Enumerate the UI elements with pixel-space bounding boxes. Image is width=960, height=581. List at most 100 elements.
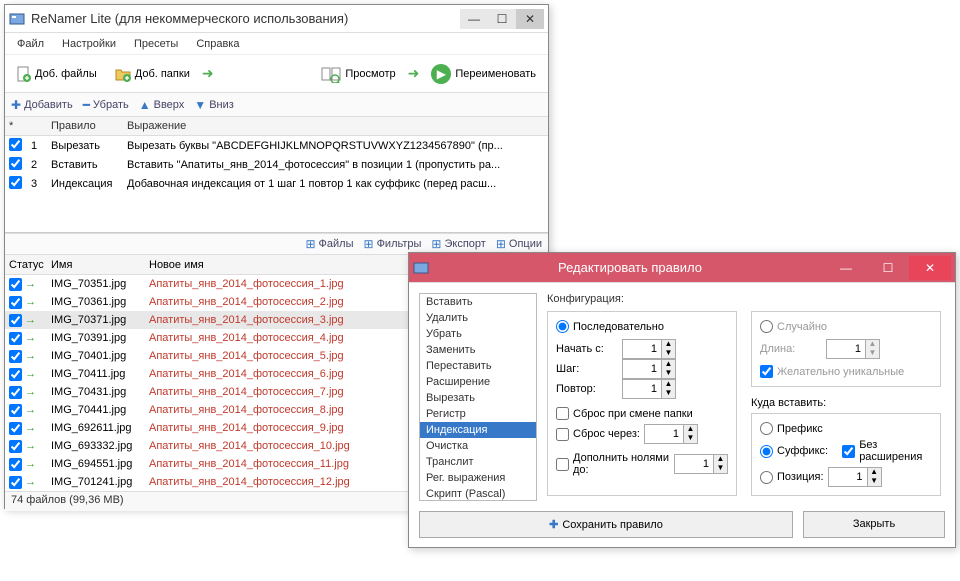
rule-type-item[interactable]: Расширение: [420, 374, 536, 390]
file-name: IMG_70431.jpg: [51, 386, 149, 398]
save-rule-label: Сохранить правило: [562, 519, 663, 531]
rule-type-item[interactable]: Рег. выражения: [420, 470, 536, 486]
arrow-icon: →: [25, 350, 36, 362]
rule-type-item[interactable]: Убрать: [420, 326, 536, 342]
file-check[interactable]: [9, 476, 22, 489]
app-icon: [9, 11, 25, 27]
file-name: IMG_692611.jpg: [51, 422, 149, 434]
unique-check[interactable]: Желательно уникальные: [760, 365, 932, 378]
suffix-radio[interactable]: Суффикс: Без расширения: [760, 439, 932, 463]
pad-check[interactable]: Дополнить нолями до:▲▼: [556, 452, 728, 476]
filters-tab-label: Фильтры: [377, 238, 422, 250]
preview-label: Просмотр: [345, 68, 395, 80]
file-check[interactable]: [9, 404, 22, 417]
repeat-spinner[interactable]: ▲▼: [622, 379, 676, 399]
where-label: Куда вставить:: [751, 397, 941, 409]
close-dialog-button[interactable]: Закрыть: [803, 511, 945, 538]
menu-settings[interactable]: Настройки: [54, 35, 124, 53]
file-name: IMG_70351.jpg: [51, 278, 149, 290]
rule-check[interactable]: [9, 157, 22, 170]
rule-type-item[interactable]: Индексация: [420, 422, 536, 438]
export-tab[interactable]: ⊞Экспорт: [431, 237, 485, 251]
file-name: IMG_70391.jpg: [51, 332, 149, 344]
add-folders-button[interactable]: Доб. папки: [109, 62, 196, 86]
add-rule-button[interactable]: ✚Добавить: [11, 98, 73, 112]
file-check[interactable]: [9, 278, 22, 291]
menu-presets[interactable]: Пресеты: [126, 35, 186, 53]
prefix-radio[interactable]: Префикс: [760, 422, 932, 435]
save-rule-button[interactable]: ✚Сохранить правило: [419, 511, 793, 538]
rule-expr: Вставить "Апатиты_янв_2014_фотосессия" в…: [127, 159, 544, 171]
config-label: Конфигурация:: [547, 293, 945, 305]
filters-tab[interactable]: ⊞Фильтры: [364, 237, 422, 251]
arrow-icon: →: [25, 476, 36, 488]
add-files-button[interactable]: Доб. файлы: [11, 62, 103, 86]
rule-type-item[interactable]: Удалить: [420, 310, 536, 326]
rule-num: 3: [31, 178, 51, 190]
menu-file[interactable]: Файл: [9, 35, 52, 53]
file-check[interactable]: [9, 458, 22, 471]
reset-every-spinner[interactable]: ▲▼: [644, 424, 698, 444]
random-label: Случайно: [777, 321, 827, 333]
rule-type-item[interactable]: Вырезать: [420, 390, 536, 406]
arrow-icon: ➜: [408, 65, 420, 82]
suffix-label: Суффикс:: [777, 445, 828, 457]
rule-type-item[interactable]: Очистка: [420, 438, 536, 454]
options-tab[interactable]: ⊞Опции: [496, 237, 542, 251]
move-up-button[interactable]: ▲Вверх: [139, 98, 185, 112]
up-icon: ▲: [139, 98, 151, 112]
menu-help[interactable]: Справка: [188, 35, 247, 53]
file-check[interactable]: [9, 368, 22, 381]
rule-type-item[interactable]: Переставить: [420, 358, 536, 374]
seq-radio[interactable]: Последовательно: [556, 320, 728, 333]
rule-type-item[interactable]: Скрипт (Pascal): [420, 486, 536, 501]
file-check[interactable]: [9, 440, 22, 453]
rule-num: 2: [31, 159, 51, 171]
rule-check[interactable]: [9, 176, 22, 189]
file-check[interactable]: [9, 350, 22, 363]
minimize-button[interactable]: —: [460, 9, 488, 29]
close-button[interactable]: ✕: [516, 9, 544, 29]
files-tab[interactable]: ⊞Файлы: [305, 237, 353, 251]
rule-type-list[interactable]: ВставитьУдалитьУбратьЗаменитьПереставить…: [419, 293, 537, 501]
position-label: Позиция:: [777, 471, 824, 483]
position-radio[interactable]: Позиция: ▲▼: [760, 467, 932, 487]
rule-row[interactable]: 1ВырезатьВырезать буквы "ABCDEFGHIJKLMNO…: [5, 136, 548, 155]
file-check[interactable]: [9, 386, 22, 399]
len-spinner[interactable]: ▲▼: [826, 339, 880, 359]
file-check[interactable]: [9, 314, 22, 327]
file-check[interactable]: [9, 296, 22, 309]
rename-button[interactable]: ▶ Переименовать: [425, 60, 542, 88]
export-icon: ⊞: [431, 237, 441, 251]
noext-check[interactable]: [842, 445, 855, 458]
position-spinner[interactable]: ▲▼: [828, 467, 882, 487]
reset-folder-check[interactable]: Сброс при смене папки: [556, 407, 728, 420]
rule-type-item[interactable]: Заменить: [420, 342, 536, 358]
step-spinner[interactable]: ▲▼: [622, 359, 676, 379]
random-radio[interactable]: Случайно: [760, 320, 932, 333]
file-name: IMG_70411.jpg: [51, 368, 149, 380]
down-icon: ▼: [194, 98, 206, 112]
pad-spinner[interactable]: ▲▼: [674, 454, 728, 474]
preview-button[interactable]: Просмотр: [315, 61, 401, 87]
rule-type-item[interactable]: Вставить: [420, 294, 536, 310]
rule-type-item[interactable]: Транслит: [420, 454, 536, 470]
file-check[interactable]: [9, 332, 22, 345]
rule-row[interactable]: 2ВставитьВставить "Апатиты_янв_2014_фото…: [5, 155, 548, 174]
config-pane: Конфигурация: Последовательно Начать с:▲…: [547, 293, 945, 501]
dialog-close-button[interactable]: ✕: [909, 256, 951, 280]
rule-check[interactable]: [9, 138, 22, 151]
dialog-minimize-button[interactable]: —: [825, 256, 867, 280]
maximize-button[interactable]: ☐: [488, 9, 516, 29]
noext-label: Без расширения: [859, 439, 932, 463]
file-check[interactable]: [9, 422, 22, 435]
add-folders-label: Доб. папки: [135, 68, 190, 80]
start-spinner[interactable]: ▲▼: [622, 339, 676, 359]
down-label: Вниз: [209, 99, 234, 111]
move-down-button[interactable]: ▼Вниз: [194, 98, 234, 112]
rule-row[interactable]: 3ИндексацияДобавочная индексация от 1 ша…: [5, 174, 548, 193]
remove-rule-button[interactable]: ━Убрать: [83, 98, 129, 112]
dialog-maximize-button[interactable]: ☐: [867, 256, 909, 280]
rule-type-item[interactable]: Регистр: [420, 406, 536, 422]
reset-every-check[interactable]: Сброс через:▲▼: [556, 424, 728, 444]
